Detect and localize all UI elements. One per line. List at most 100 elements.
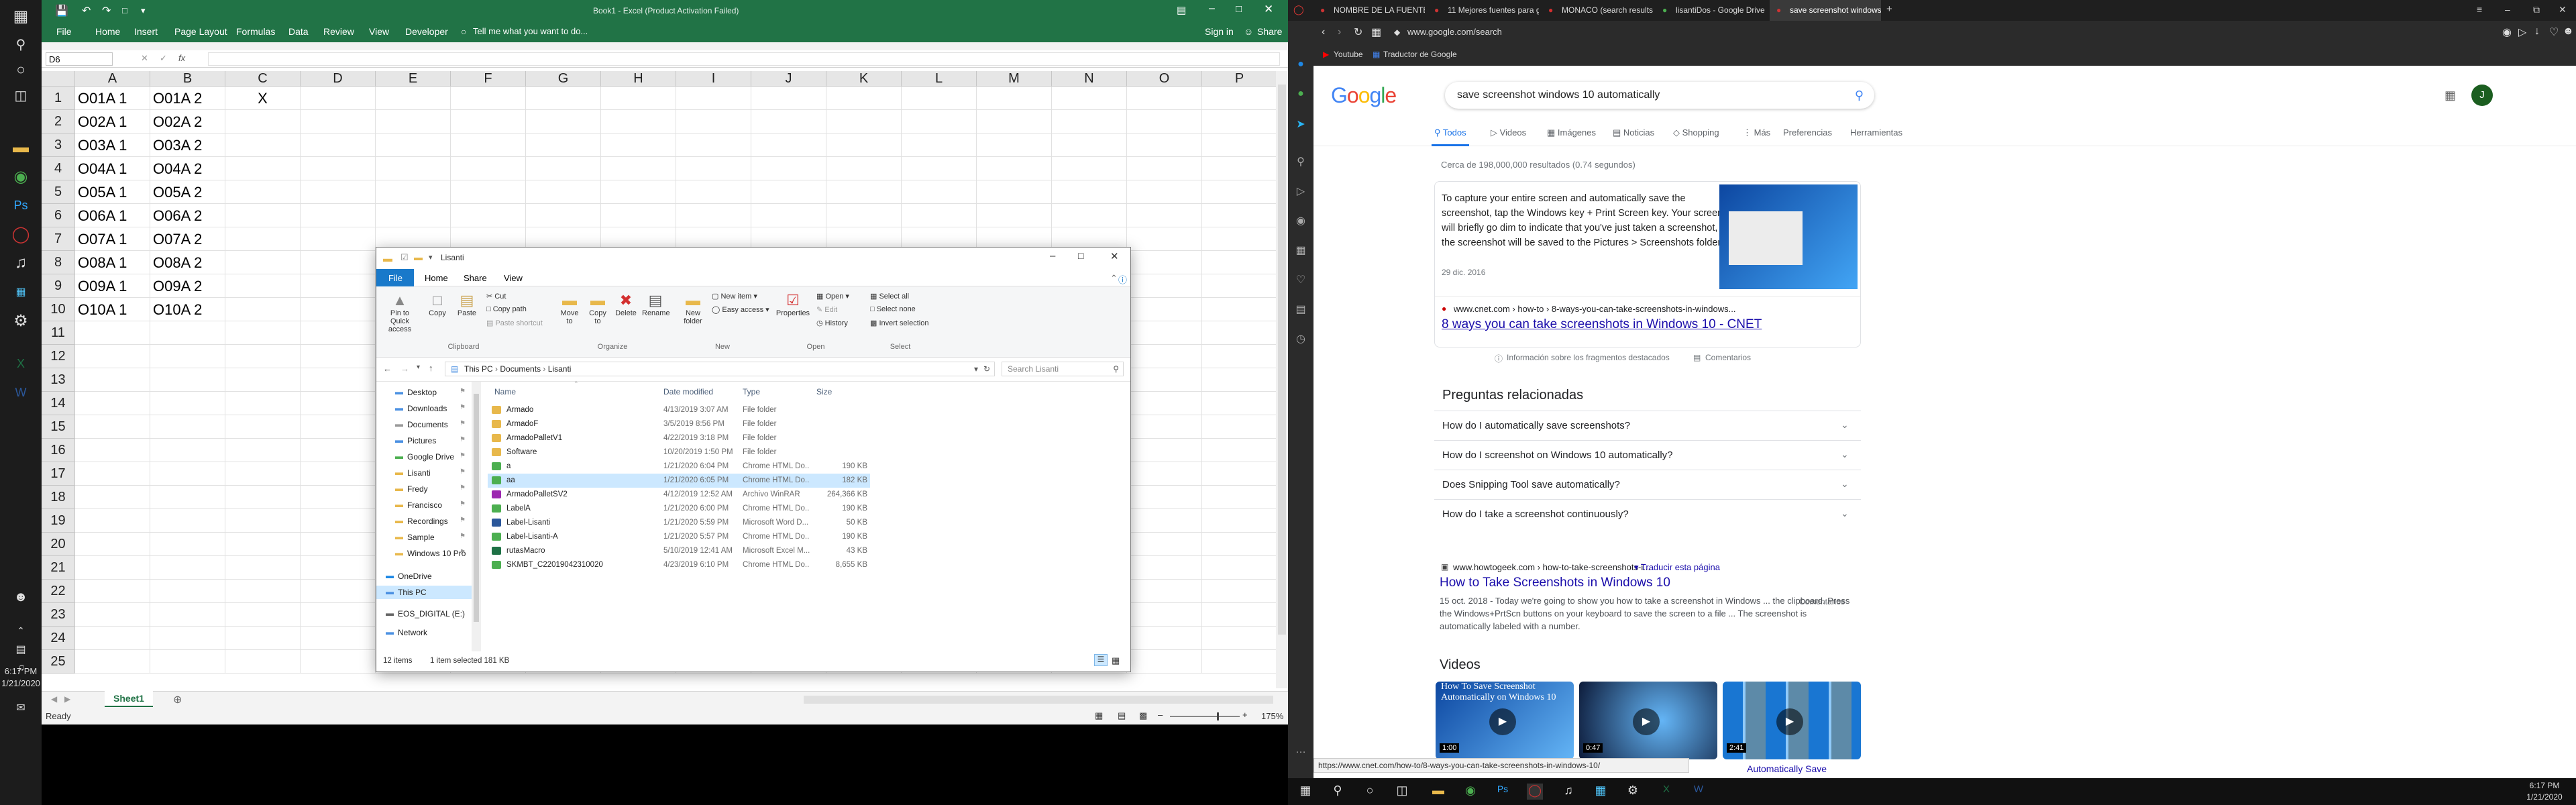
google-search-input[interactable]: save screenshot windows 10 automatically… [1445,82,1874,109]
cell[interactable] [1127,87,1202,110]
minimize-icon[interactable]: – [1209,3,1215,15]
name-box[interactable]: D6 [46,52,113,66]
cell[interactable] [75,486,150,509]
cell[interactable] [1202,345,1277,368]
cell[interactable] [150,603,225,627]
row-header[interactable]: 5 [42,180,75,204]
nav-scrollbar[interactable] [472,382,481,651]
camera-icon[interactable]: ◉ [1293,214,1308,229]
browser-back-icon[interactable]: ‹ [1322,26,1325,38]
cell[interactable]: O08A 2 [150,251,225,274]
row-header[interactable]: 20 [42,533,75,556]
cell[interactable] [1052,204,1127,227]
redo-icon[interactable]: ↷ [102,4,111,17]
save-icon[interactable]: 💾 [55,4,68,17]
cell[interactable] [225,439,301,462]
download-icon[interactable]: ↓ [2534,25,2540,38]
opera-menu-icon[interactable]: ◯ [1293,4,1304,15]
cell[interactable]: O06A 1 [75,204,150,227]
row-header[interactable]: 22 [42,580,75,603]
taskbar-word-icon[interactable]: W [1690,784,1707,800]
cell[interactable] [376,204,451,227]
tab-insert[interactable]: Insert [134,26,158,37]
nav-item[interactable]: ▬ EOS_DIGITAL (E:) [376,607,472,621]
messenger-icon[interactable]: ● [1293,58,1308,73]
cell[interactable] [75,556,150,580]
video-thumb-1[interactable]: How To Save Screenshot Automatically on … [1436,682,1574,759]
easy-access-button[interactable]: ◯ Easy access ▾ [712,305,769,314]
cell[interactable]: O10A 2 [150,298,225,321]
cell[interactable] [75,439,150,462]
rename-button[interactable]: ▤ Rename [642,292,670,317]
file-row[interactable]: Label-Lisanti-A 1/21/2020 5:57 PM Chrome H… [488,530,870,544]
speaker-app-icon[interactable]: ♫ [7,250,34,276]
row-header[interactable]: 17 [42,462,75,486]
cell[interactable] [1202,321,1277,345]
file-row[interactable]: ArmadoF 3/5/2019 8:56 PM File folder [488,417,870,431]
zoom-slider-thumb[interactable] [1217,712,1219,720]
details-view-icon[interactable]: ☰ [1094,654,1108,666]
history-clock-icon[interactable]: ◷ [1293,332,1308,347]
cell[interactable] [1202,298,1277,321]
share-button[interactable]: Share [1257,26,1282,37]
column-header[interactable]: L [902,71,977,87]
column-header[interactable]: D [301,71,376,87]
explorer-tab-view[interactable]: View [504,273,523,283]
tab-page-layout[interactable]: Page Layout [174,26,227,37]
editor-icon[interactable]: ▦ [7,278,34,305]
cell[interactable] [526,87,601,110]
row-header[interactable]: 24 [42,627,75,650]
cell[interactable] [225,556,301,580]
cell[interactable]: O10A 1 [75,298,150,321]
file-row[interactable]: a 1/21/2020 6:04 PM Chrome HTML Do... 190 K… [488,460,870,474]
sidebar-search-icon[interactable]: ⚲ [1293,155,1308,170]
video-thumb-2[interactable]: ▶ 0:47 [1579,682,1717,759]
explorer-close-icon[interactable]: ✕ [1110,250,1119,262]
cell[interactable] [301,180,376,204]
result2-title-link[interactable]: How to Take Screenshots in Windows 10 [1440,576,1670,590]
cell[interactable] [526,133,601,157]
paste-shortcut-button[interactable]: ▤ Paste shortcut [486,319,543,327]
cell[interactable] [977,180,1052,204]
feedback-icon[interactable]: ▤ [1693,353,1701,362]
cell[interactable] [376,110,451,133]
cell[interactable] [1202,87,1277,110]
start-icon[interactable]: ▦ [1297,784,1313,800]
excel-icon[interactable]: X [7,350,34,377]
file-row[interactable]: Software 10/20/2019 1:50 PM File folder [488,445,870,460]
cell[interactable] [1127,251,1202,274]
large-icons-view-icon[interactable]: ▦ [1112,655,1120,666]
cell[interactable] [225,392,301,415]
tab-review[interactable]: Review [323,26,354,37]
ribbon-display-icon[interactable]: ▤ [1177,4,1186,16]
cell[interactable] [1127,298,1202,321]
properties-button[interactable]: ☑ Properties [775,292,811,317]
back-icon[interactable]: ← [383,364,392,374]
browser-tab[interactable]: ● 11 Mejores fuentes para g [1428,0,1539,21]
cell[interactable]: O04A 1 [75,157,150,180]
edit-button[interactable]: ✎ Edit [816,305,837,314]
snippet-url[interactable]: www.cnet.com › how-to › 8-ways-you-can-t… [1454,304,1735,314]
cell[interactable] [150,533,225,556]
nav-item[interactable]: ▬ Google Drive ⚑ [376,450,472,464]
windows-start-icon[interactable]: ▦ [7,3,34,30]
cell[interactable] [225,110,301,133]
cell[interactable] [301,415,376,439]
up-icon[interactable]: ↑ [429,363,433,373]
nav-item[interactable]: ▬ Desktop ⚑ [376,386,472,399]
tab-data[interactable]: Data [288,26,309,37]
cell[interactable] [1127,392,1202,415]
quick-access-dropdown-icon[interactable]: ▾ [429,253,433,262]
photoshop-icon[interactable]: Ps [7,192,34,219]
cell[interactable] [1052,157,1127,180]
cell[interactable] [1127,133,1202,157]
maximize-icon[interactable]: □ [1236,3,1242,15]
cell[interactable] [1127,509,1202,533]
cell[interactable] [1202,439,1277,462]
cell[interactable] [225,462,301,486]
cell[interactable] [225,415,301,439]
row-header[interactable]: 14 [42,392,75,415]
cell[interactable] [1202,415,1277,439]
cancel-formula-icon[interactable]: ✕ [141,53,148,64]
cell[interactable] [977,87,1052,110]
